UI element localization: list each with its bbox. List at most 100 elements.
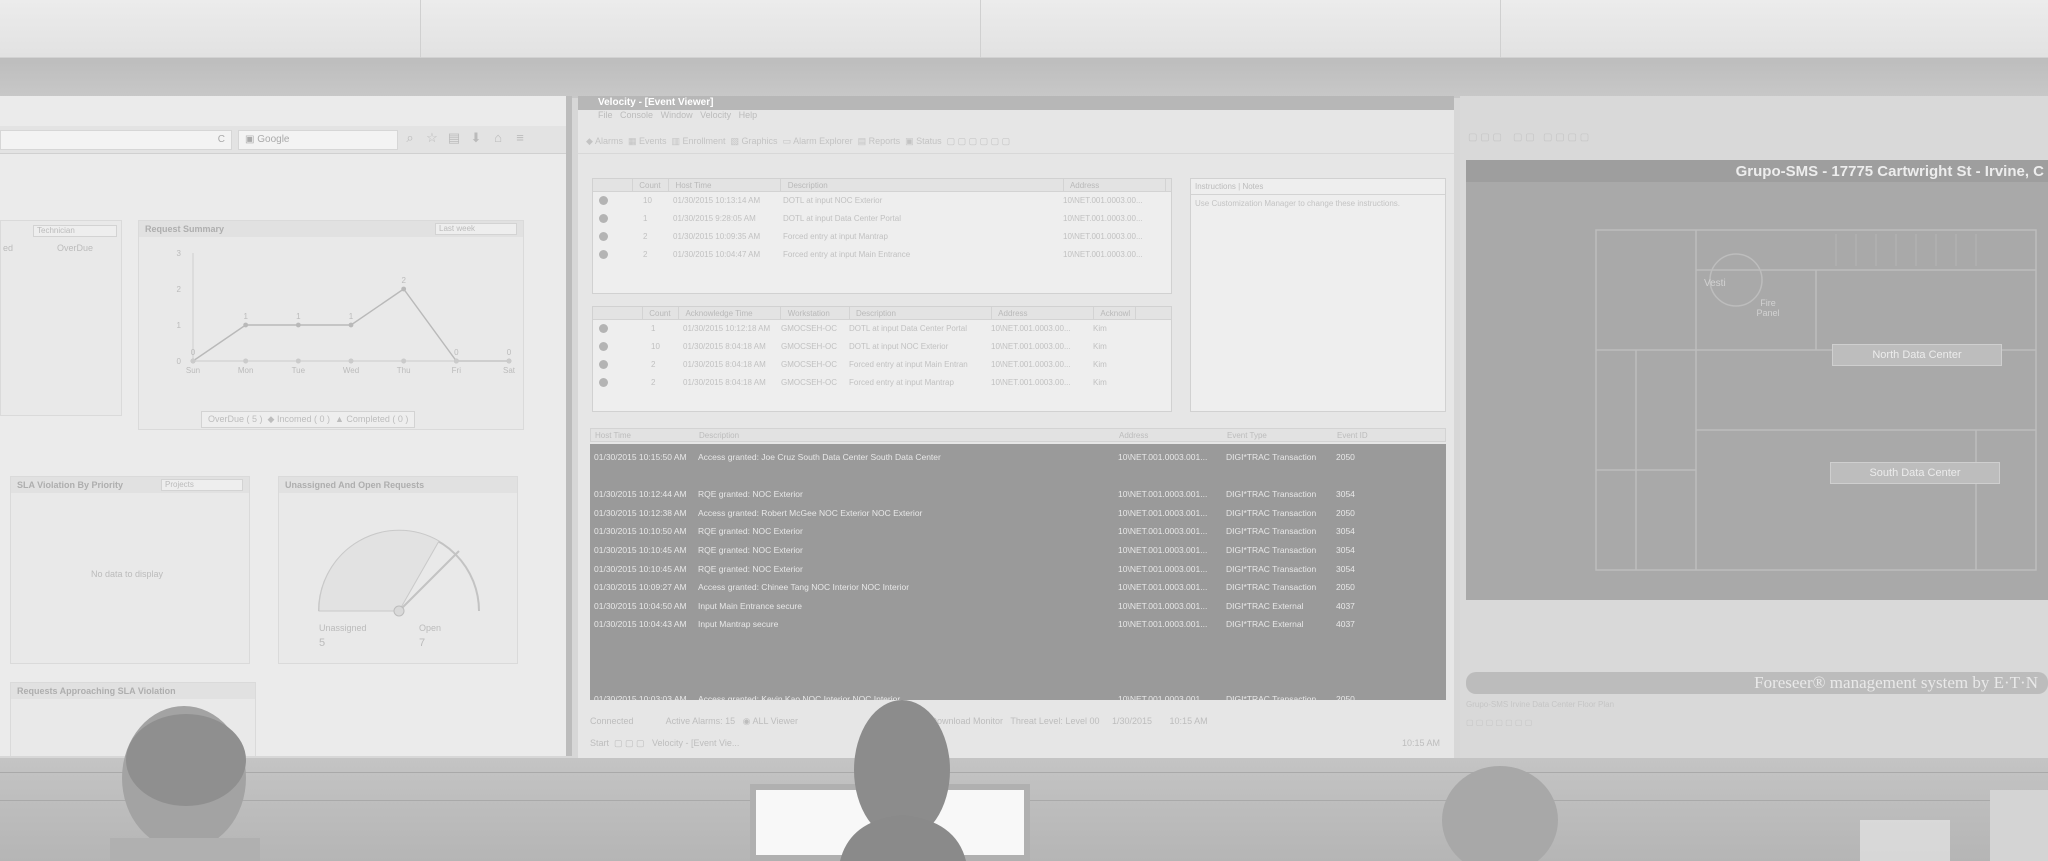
x-tick-label: Sun (186, 366, 200, 375)
col-event-id[interactable]: Event ID (1337, 431, 1368, 440)
ack-address: 10\NET.001.0003.00... (991, 324, 1071, 333)
event-row[interactable]: 01/30/2015 10:15:50 AM Access granted: Jo… (590, 448, 1446, 466)
col-acknowledged-by[interactable]: Acknowl (1096, 307, 1137, 320)
column-label: ed (3, 243, 14, 253)
col-count[interactable]: Count (635, 179, 670, 192)
menu-item-help[interactable]: Help (739, 110, 758, 120)
col-count[interactable]: Count (645, 307, 680, 320)
toolbar-enrollment[interactable]: Enrollment (683, 136, 726, 146)
event-row[interactable] (590, 671, 1446, 689)
home-icon[interactable]: ⌂ (490, 130, 506, 148)
ceiling-seam (1500, 0, 1501, 58)
search-icon[interactable]: ⌕ (402, 130, 418, 148)
date-range-dropdown[interactable]: Last week (435, 223, 517, 235)
col-description[interactable]: Description (852, 307, 992, 320)
menu-item-velocity[interactable]: Velocity (700, 110, 731, 120)
event-address: 10\NET.001.0003.001... (1118, 526, 1208, 537)
y-tick-label: 3 (177, 249, 182, 258)
ack-row[interactable]: 1 01/30/2015 10:12:18 AM GMOCSEH-OC DOTL at… (593, 320, 1171, 338)
alarm-grid: Count Host Time Description Address 10 01… (592, 178, 1172, 294)
event-row[interactable]: 01/30/2015 10:04:50 AM Input Main Entranc… (590, 597, 1446, 615)
alarm-rows: 10 01/30/2015 10:13:14 AM DOTL at input NO… (593, 192, 1171, 264)
event-id: 4037 (1336, 619, 1355, 630)
event-id: 3054 (1336, 563, 1355, 574)
col-event-type[interactable]: Event Type (1227, 431, 1267, 440)
x-tick-label: Mon (238, 366, 254, 375)
alarm-row[interactable]: 2 01/30/2015 10:04:47 AM Forced entry at i… (593, 246, 1171, 264)
data-label: 0 (191, 348, 196, 357)
event-row[interactable] (590, 653, 1446, 671)
toolbar-graphics[interactable]: Graphics (742, 136, 778, 146)
alarm-row[interactable]: 2 01/30/2015 10:09:35 AM Forced entry at i… (593, 228, 1171, 246)
download-icon[interactable]: ⬇ (468, 130, 484, 148)
toolbar-reports[interactable]: Reports (869, 136, 901, 146)
col-description[interactable]: Description (699, 431, 739, 440)
event-row[interactable]: 01/30/2015 10:09:27 AM Access granted: Ch… (590, 578, 1446, 596)
event-row[interactable]: 01/30/2015 10:10:45 AM RQE granted: NOC E… (590, 541, 1446, 559)
data-point-completed (243, 358, 249, 364)
event-row[interactable]: 01/30/2015 10:04:43 AM Input Mantrap secu… (590, 615, 1446, 633)
event-type: DIGI*TRAC External (1226, 600, 1304, 611)
ack-acknowledged-by: Kim (1093, 324, 1107, 333)
clipboard-icon[interactable]: ▤ (446, 130, 462, 148)
alarm-row[interactable]: 1 01/30/2015 9:28:05 AM DOTL at input Data… (593, 210, 1171, 228)
toolbar-alarm-explorer[interactable]: Alarm Explorer (793, 136, 853, 146)
ack-address: 10\NET.001.0003.00... (991, 342, 1071, 351)
ack-description: DOTL at input NOC Exterior (849, 342, 949, 351)
ack-row[interactable]: 10 01/30/2015 8:04:18 AM GMOCSEH-OC DOTL at… (593, 338, 1171, 356)
event-row[interactable] (590, 634, 1446, 652)
event-type: DIGI*TRAC Transaction (1226, 489, 1317, 500)
col-host-time[interactable]: Host Time (595, 431, 631, 440)
event-row[interactable]: 01/30/2015 10:10:50 AM RQE granted: NOC E… (590, 522, 1446, 540)
south-data-center-button[interactable]: South Data Center (1830, 462, 2000, 484)
col-address[interactable]: Address (1066, 179, 1166, 192)
event-id: 3054 (1336, 526, 1355, 537)
search-input[interactable]: ▣ Google (238, 130, 398, 150)
col-address[interactable]: Address (1119, 431, 1148, 440)
menu-icon[interactable]: ≡ (512, 130, 528, 148)
overdue-column-header: OverDue (57, 243, 94, 253)
event-id: 3054 (1336, 545, 1355, 555)
event-row[interactable]: 01/30/2015 10:10:45 AM RQE granted: NOC E… (590, 560, 1446, 578)
x-tick-label: Wed (343, 366, 359, 375)
ack-time: 01/30/2015 8:04:18 AM (683, 378, 766, 387)
event-row[interactable] (590, 467, 1446, 485)
toolbar-events[interactable]: Events (639, 136, 667, 146)
bookmark-star-icon[interactable]: ☆ (424, 130, 440, 148)
event-description: Input Mantrap secure (698, 619, 779, 630)
menu-item-window[interactable]: Window (661, 110, 693, 120)
fire-panel-label: Fire Panel (1756, 298, 1780, 318)
ack-acknowledged-by: Kim (1093, 342, 1107, 351)
col-workstation[interactable]: Workstation (784, 307, 850, 320)
north-data-center-button[interactable]: North Data Center (1832, 344, 2002, 366)
menu-item-console[interactable]: Console (620, 110, 653, 120)
instructions-panel: Instructions | Notes Use Customization M… (1190, 178, 1446, 412)
col-ack-time[interactable]: Acknowledge Time (681, 307, 782, 320)
menu-item-file[interactable]: File (598, 110, 613, 120)
data-point-overdue (401, 286, 407, 292)
col-address[interactable]: Address (994, 307, 1095, 320)
toolbar-alarms[interactable]: Alarms (595, 136, 623, 146)
event-row[interactable]: 01/30/2015 10:12:44 AM RQE granted: NOC E… (590, 485, 1446, 503)
ack-row[interactable]: 2 01/30/2015 8:04:18 AM GMOCSEH-OC Forced e… (593, 374, 1171, 392)
event-description: Access granted: Chinee Tang NOC Interior… (698, 582, 910, 593)
event-description: RQE granted: NOC Exterior (698, 545, 803, 555)
event-row[interactable]: 01/30/2015 10:12:38 AM Access granted: Ro… (590, 504, 1446, 522)
data-point-completed (295, 358, 301, 364)
ack-address: 10\NET.001.0003.00... (991, 378, 1071, 387)
col-host-time[interactable]: Host Time (671, 179, 782, 192)
event-type: DIGI*TRAC Transaction (1226, 545, 1317, 555)
col-description[interactable]: Description (784, 179, 1064, 192)
ack-workstation: GMOCSEH-OC (781, 324, 837, 333)
x-tick-label: Tue (292, 366, 306, 375)
tab-instructions[interactable]: Instructions (1195, 182, 1236, 191)
vestibule-label: Vesti (1704, 278, 1726, 289)
ack-row[interactable]: 2 01/30/2015 8:04:18 AM GMOCSEH-OC Forced e… (593, 356, 1171, 374)
toolbar-status[interactable]: Status (916, 136, 942, 146)
tab-notes[interactable]: Notes (1242, 182, 1263, 191)
alarm-row[interactable]: 10 01/30/2015 10:13:14 AM DOTL at input NO… (593, 192, 1171, 210)
url-field[interactable]: C (0, 130, 232, 150)
event-id: 2050 (1336, 452, 1355, 462)
technician-dropdown[interactable]: Technician (33, 225, 117, 237)
projects-dropdown[interactable]: Projects (161, 479, 243, 491)
